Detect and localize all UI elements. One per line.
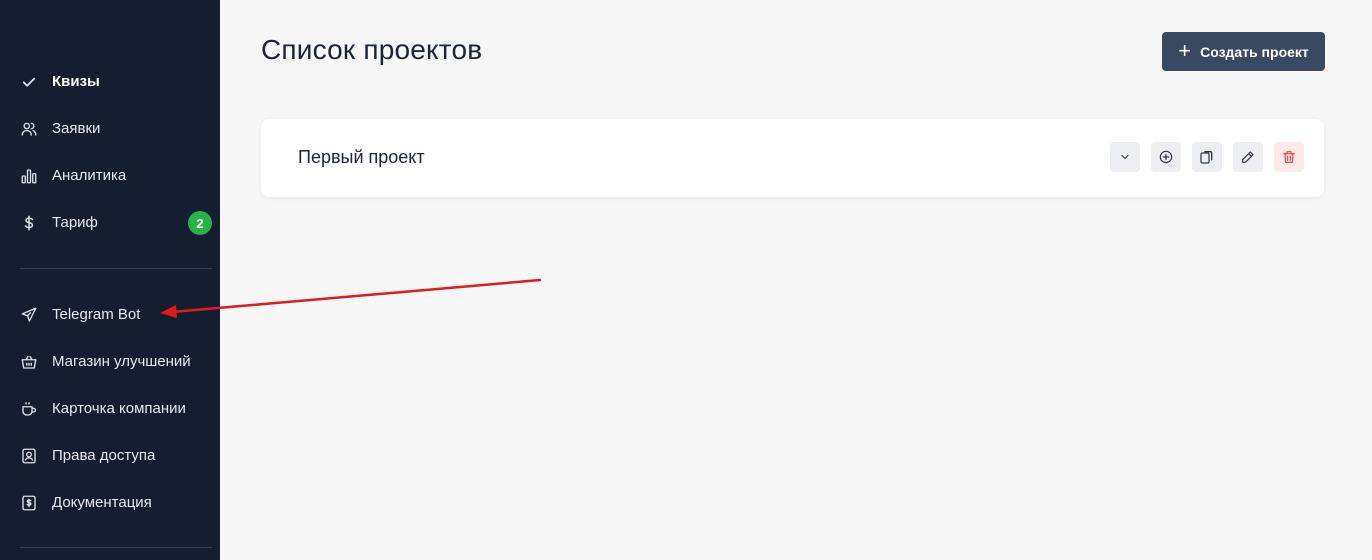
send-icon [20,306,38,324]
user-square-icon [20,447,38,465]
delete-project-button[interactable] [1274,142,1304,172]
basket-icon [20,353,38,371]
sidebar-item-quizzes[interactable]: Квизы [0,58,220,105]
tariff-badge: 2 [188,211,212,235]
sidebar-main-nav: Квизы Заявки Аналитика Тариф 2 [0,58,220,246]
users-icon [20,120,38,138]
expand-button[interactable] [1110,142,1140,172]
trash-icon [1281,149,1297,165]
sidebar-item-label: Квизы [52,73,100,90]
sidebar-item-label: Документация [52,494,152,511]
sidebar: Квизы Заявки Аналитика Тариф 2 Telegram … [0,0,220,560]
sidebar-item-access-rights[interactable]: Права доступа [0,432,220,479]
sidebar-item-label: Права доступа [52,447,156,464]
pencil-icon [1240,149,1256,165]
sidebar-extra-nav: Telegram Bot Магазин улучшений Карточка … [0,291,220,526]
sidebar-item-label: Магазин улучшений [52,353,191,370]
project-actions [1110,142,1304,172]
coffee-icon [20,400,38,418]
sidebar-item-documentation[interactable]: Документация [0,479,220,526]
copy-project-button[interactable] [1192,142,1222,172]
document-dollar-icon [20,494,38,512]
add-quiz-button[interactable] [1151,142,1181,172]
sidebar-item-label: Telegram Bot [52,306,141,323]
create-project-label: Создать проект [1200,43,1309,60]
bar-chart-icon [20,167,38,185]
sidebar-divider [20,547,212,548]
plus-circle-icon [1158,149,1174,165]
edit-project-button[interactable] [1233,142,1263,172]
sidebar-item-analytics[interactable]: Аналитика [0,152,220,199]
copy-icon [1199,149,1215,165]
sidebar-item-label: Тариф [52,214,98,231]
chevron-down-icon [1119,151,1131,163]
sidebar-item-label: Заявки [52,120,101,137]
create-project-button[interactable]: + Создать проект [1162,32,1325,71]
sidebar-item-label: Аналитика [52,167,127,184]
sidebar-item-label: Карточка компании [52,400,186,417]
sidebar-item-upgrades-shop[interactable]: Магазин улучшений [0,338,220,385]
sidebar-item-requests[interactable]: Заявки [0,105,220,152]
sidebar-item-telegram-bot[interactable]: Telegram Bot [0,291,220,338]
page-title: Список проектов [261,34,483,65]
project-card[interactable]: Первый проект [261,119,1324,197]
sidebar-divider [20,268,212,269]
app: Квизы Заявки Аналитика Тариф 2 Telegram … [0,0,1372,560]
project-name: Первый проект [298,147,425,167]
sidebar-item-company-card[interactable]: Карточка компании [0,385,220,432]
dollar-icon [20,214,38,232]
check-icon [20,73,38,91]
sidebar-item-tariff[interactable]: Тариф 2 [0,199,220,246]
plus-icon: + [1178,37,1192,63]
